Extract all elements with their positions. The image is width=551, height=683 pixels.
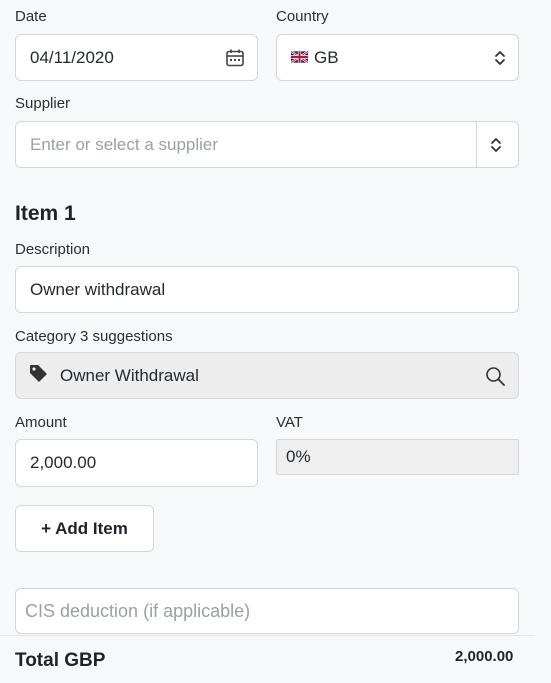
description-label: Description bbox=[15, 241, 91, 258]
total-label: Total GBP bbox=[15, 650, 106, 671]
description-value: Owner withdrawal bbox=[30, 279, 166, 299]
country-label: Country bbox=[276, 8, 329, 25]
amount-value: 2,000.00 bbox=[30, 453, 97, 472]
up-down-chevron-icon[interactable] bbox=[490, 136, 502, 154]
date-label: Date bbox=[15, 8, 47, 25]
country-select[interactable]: GB bbox=[276, 34, 519, 81]
supplier-label: Supplier bbox=[15, 95, 71, 112]
divider bbox=[476, 122, 477, 167]
search-icon[interactable] bbox=[485, 366, 506, 387]
calendar-icon[interactable] bbox=[225, 48, 245, 68]
supplier-input[interactable]: Enter or select a supplier bbox=[15, 121, 519, 168]
category-value: Owner Withdrawal bbox=[60, 365, 199, 385]
item-heading: Item 1 bbox=[15, 202, 76, 225]
up-down-chevron-icon bbox=[494, 49, 506, 67]
cis-placeholder: CIS deduction (if applicable) bbox=[25, 600, 251, 621]
description-input[interactable]: Owner withdrawal bbox=[15, 266, 519, 313]
country-value: GB bbox=[314, 47, 339, 67]
cis-deduction-input[interactable]: CIS deduction (if applicable) bbox=[15, 588, 519, 634]
category-input[interactable]: Owner Withdrawal bbox=[15, 352, 519, 399]
add-item-button[interactable]: + Add Item bbox=[15, 505, 154, 552]
total-bar: Total GBP 2,000.00 bbox=[0, 635, 535, 683]
amount-input[interactable]: 2,000.00 bbox=[15, 439, 258, 487]
date-value: 04/11/2020 bbox=[30, 47, 114, 67]
vat-value: 0% bbox=[286, 447, 311, 466]
tag-icon bbox=[28, 363, 48, 388]
vat-label: VAT bbox=[276, 414, 303, 431]
uk-flag-icon bbox=[290, 48, 309, 68]
supplier-placeholder: Enter or select a supplier bbox=[30, 134, 219, 154]
amount-label: Amount bbox=[15, 414, 67, 431]
vat-field: 0% bbox=[276, 439, 519, 475]
category-label: Category 3 suggestions bbox=[15, 328, 173, 345]
date-field[interactable]: 04/11/2020 bbox=[15, 34, 258, 81]
total-value: 2,000.00 bbox=[455, 648, 514, 665]
